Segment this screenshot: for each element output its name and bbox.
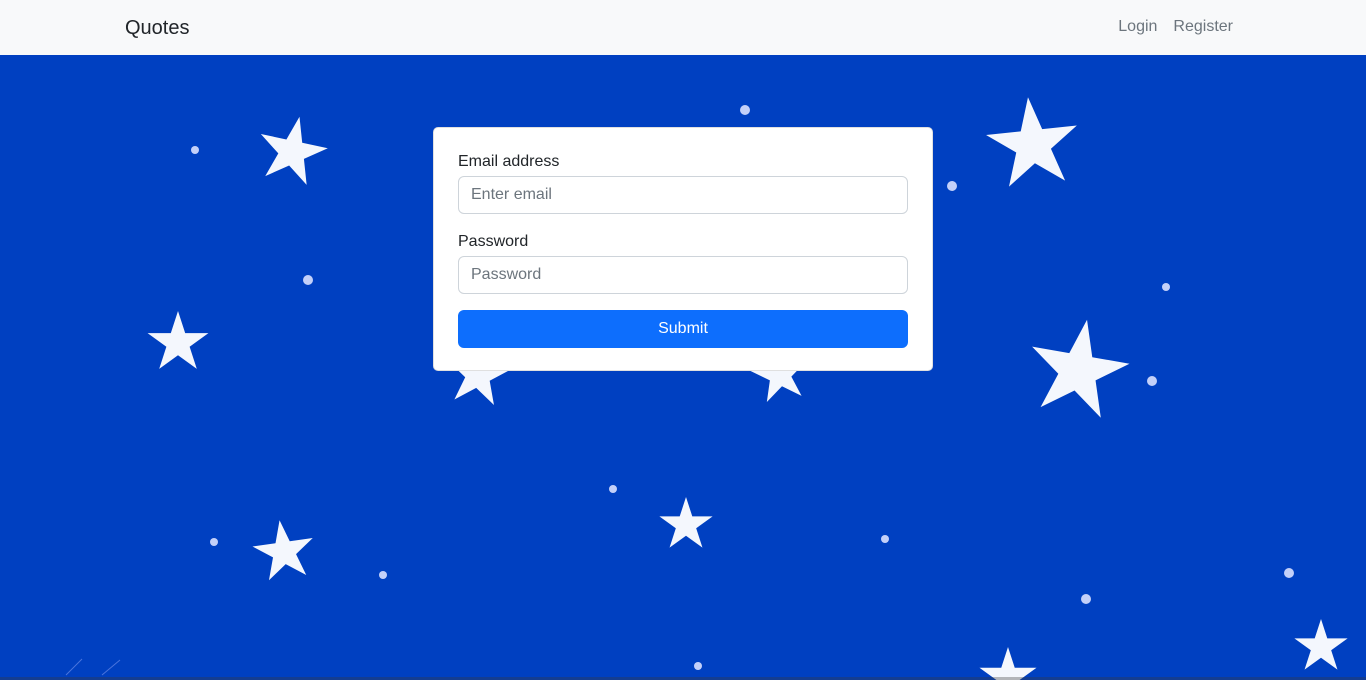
email-group: Email address [458, 152, 908, 214]
star-shape [252, 109, 333, 188]
email-input[interactable] [458, 176, 908, 214]
login-form: Email address Password Submit [458, 152, 908, 348]
dot-shape [947, 181, 957, 191]
dot-shape [1081, 594, 1091, 604]
dot-shape [379, 571, 387, 579]
nav-register-link[interactable]: Register [1173, 17, 1233, 37]
star-shape [979, 647, 1037, 680]
star-shape [1021, 311, 1136, 422]
star-shape [147, 311, 209, 369]
password-group: Password [458, 232, 908, 294]
brand-link[interactable]: Quotes [125, 16, 189, 40]
nav-login-link[interactable]: Login [1118, 17, 1157, 37]
dot-shape [1284, 568, 1294, 578]
dot-shape [694, 662, 702, 670]
email-label: Email address [458, 153, 560, 170]
sparkle-line [101, 659, 121, 676]
dot-shape [1162, 283, 1170, 291]
dot-shape [191, 146, 199, 154]
dot-shape [1147, 376, 1157, 386]
sparkle-line [65, 658, 83, 676]
star-shape [659, 497, 713, 548]
star-shape [1294, 619, 1348, 670]
dot-shape [210, 538, 218, 546]
dot-shape [609, 485, 617, 493]
star-shape [982, 92, 1083, 189]
password-input[interactable] [458, 256, 908, 294]
dot-shape [881, 535, 889, 543]
nav-links: Login Register [1118, 17, 1233, 37]
submit-button[interactable]: Submit [458, 310, 908, 348]
login-card: Email address Password Submit [433, 127, 933, 371]
dot-shape [303, 275, 313, 285]
password-label: Password [458, 233, 529, 250]
star-shape [249, 516, 318, 582]
navbar: Quotes Login Register [0, 0, 1366, 55]
dot-shape [740, 105, 750, 115]
